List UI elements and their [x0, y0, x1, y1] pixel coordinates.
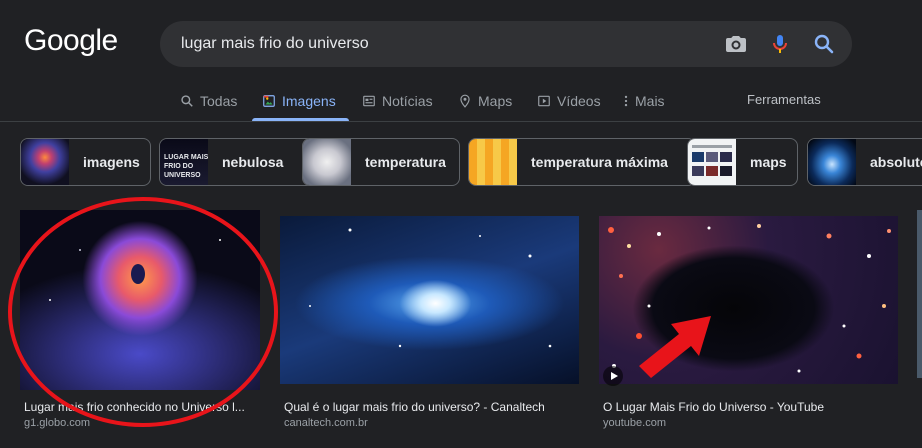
svg-text:FRIO DO: FRIO DO	[164, 163, 194, 170]
video-play-icon	[603, 366, 623, 386]
related-searches-chips: imagens LUGAR MAIS FRIO DO UNIVERSO nebulo…	[20, 138, 922, 186]
microphone-icon[interactable]	[768, 32, 792, 56]
tab-mais[interactable]: Mais	[623, 90, 665, 112]
result-source: youtube.com	[603, 417, 666, 429]
result-title[interactable]: Lugar mais frio conhecido no Universo l.…	[24, 400, 284, 414]
chip-imagens[interactable]: imagens	[20, 138, 151, 186]
image-icon	[263, 95, 275, 107]
chip-thumbnail	[21, 139, 69, 185]
result-title[interactable]: Qual é o lugar mais frio do universo? - …	[284, 400, 544, 414]
chip-nebulosa[interactable]: LUGAR MAIS FRIO DO UNIVERSO nebulosa	[159, 138, 314, 186]
image-result[interactable]: Lugar mais frio conhecido no Universo l.…	[20, 210, 260, 435]
chip-thumbnail: LUGAR MAIS FRIO DO UNIVERSO	[160, 139, 209, 185]
chip-thumbnail	[303, 139, 351, 185]
image-result[interactable]: Qual é o lugar mais frio do universo? - …	[280, 210, 579, 435]
tab-label: Imagens	[282, 93, 336, 109]
chip-thumbnail	[808, 139, 856, 185]
chip-label: maps	[750, 154, 787, 170]
camera-icon[interactable]	[724, 32, 748, 56]
image-result[interactable]: O Lugar Mais Frio do Universo - YouTube …	[599, 210, 898, 435]
search-icon	[181, 95, 193, 107]
tab-videos[interactable]: Vídeos	[537, 90, 601, 112]
play-icon	[538, 95, 550, 107]
active-tab-indicator	[252, 118, 349, 121]
search-input[interactable]: lugar mais frio do universo	[181, 35, 369, 53]
svg-text:LUGAR MAIS: LUGAR MAIS	[164, 154, 208, 161]
tab-label: Mais	[635, 93, 665, 109]
newspaper-icon	[363, 95, 375, 107]
chip-label: nebulosa	[222, 154, 284, 170]
result-image[interactable]	[20, 210, 260, 390]
tab-label: Maps	[478, 93, 513, 109]
tab-todas[interactable]: Todas	[180, 90, 237, 112]
chip-label: temperatura máxima	[531, 154, 668, 170]
tab-noticias[interactable]: Notícias	[362, 90, 433, 112]
tab-imagens[interactable]: Imagens	[262, 90, 336, 112]
chip-temperatura-maxima[interactable]: temperatura máxima	[468, 138, 696, 186]
more-vert-icon	[624, 95, 628, 107]
tab-label: Todas	[200, 93, 238, 109]
map-pin-icon	[460, 94, 470, 108]
result-source: g1.globo.com	[24, 417, 91, 429]
result-image[interactable]	[599, 216, 898, 384]
google-logo[interactable]: Google	[24, 24, 118, 58]
chip-maps[interactable]: maps	[687, 138, 798, 186]
chip-label: absoluto	[870, 154, 922, 170]
search-icon[interactable]	[812, 32, 836, 56]
tab-label: Notícias	[382, 93, 433, 109]
chip-label: temperatura	[365, 154, 446, 170]
tab-maps[interactable]: Maps	[458, 90, 512, 112]
tab-label: Vídeos	[557, 93, 601, 109]
search-tabs: Todas Imagens Notícias Maps Vídeos Mais …	[0, 80, 922, 122]
tools-button[interactable]: Ferramentas	[747, 92, 821, 107]
svg-text:UNIVERSO: UNIVERSO	[164, 172, 201, 179]
result-image[interactable]	[280, 216, 579, 384]
chip-label: imagens	[83, 154, 140, 170]
result-image[interactable]	[917, 210, 922, 378]
chip-absoluto[interactable]: absoluto	[807, 138, 922, 186]
search-box[interactable]: lugar mais frio do universo	[160, 21, 852, 67]
result-source: canaltech.com.br	[284, 417, 368, 429]
chip-temperatura[interactable]: temperatura	[302, 138, 460, 186]
chip-thumbnail	[469, 139, 517, 185]
image-result-partial[interactable]	[917, 210, 922, 378]
red-arrow-annotation	[639, 316, 711, 378]
chip-thumbnail	[688, 139, 736, 185]
result-title[interactable]: O Lugar Mais Frio do Universo - YouTube	[603, 400, 863, 414]
